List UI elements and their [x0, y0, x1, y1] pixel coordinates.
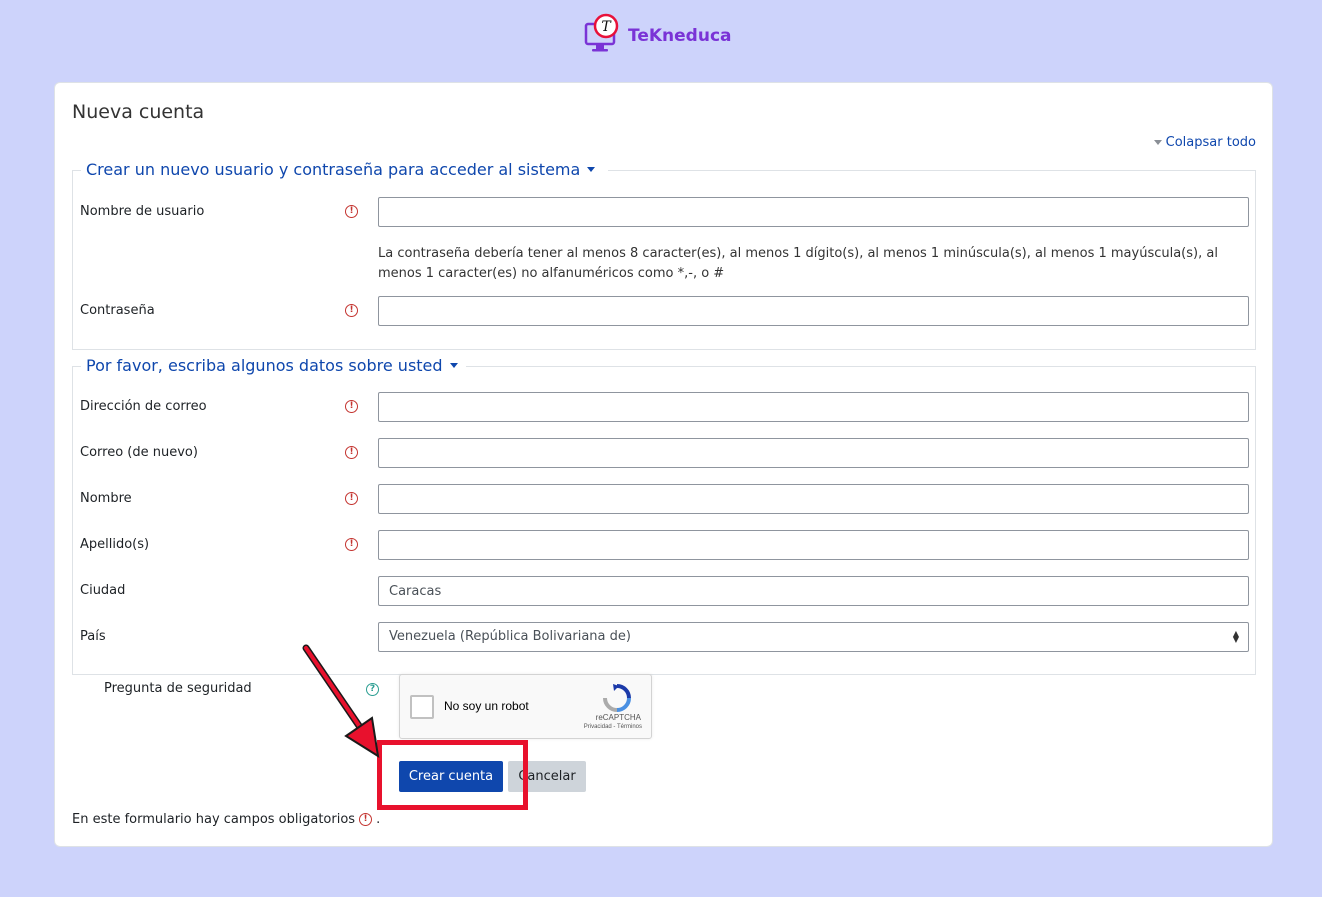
select-arrows-icon: ▲ ▼: [1232, 629, 1239, 644]
collapse-all-link[interactable]: Colapsar todo: [1153, 135, 1256, 150]
details-section-legend: Por favor, escriba algunos datos sobre u…: [86, 356, 443, 375]
email-label: Dirección de correo: [80, 399, 207, 414]
signup-card: Nueva cuenta Colapsar todo Crear un nuev…: [54, 82, 1273, 847]
account-section-toggle[interactable]: Crear un nuevo usuario y contraseña para…: [86, 160, 600, 179]
brand-logo[interactable]: T TeKneduca: [584, 12, 732, 54]
collapse-all-label: Colapsar todo: [1165, 135, 1256, 150]
city-row: Ciudad: [73, 576, 1255, 606]
required-icon: !: [359, 813, 373, 826]
required-icon: !: [345, 400, 358, 413]
lastname-label: Apellido(s): [80, 537, 150, 552]
required-icon: !: [345, 304, 358, 317]
recaptcha-brand: reCAPTCHA: [595, 713, 641, 722]
caret-down-icon: [1153, 140, 1162, 145]
email-input[interactable]: [378, 392, 1249, 422]
email2-label: Correo (de nuevo): [80, 445, 198, 460]
country-selected-value: Venezuela (República Bolivariana de): [389, 629, 631, 644]
country-label: País: [80, 629, 106, 644]
required-icon: !: [345, 446, 358, 459]
lastname-row: Apellido(s) !: [73, 530, 1255, 560]
password-row: Contraseña !: [73, 296, 1255, 326]
lastname-input[interactable]: [378, 530, 1249, 560]
account-section-legend: Crear un nuevo usuario y contraseña para…: [86, 160, 581, 179]
logo-monitor-icon: T: [584, 12, 626, 54]
password-policy-hint: La contraseña debería tener al menos 8 c…: [378, 246, 1218, 281]
required-fields-note: En este formulario hay campos obligatori…: [72, 812, 380, 827]
page-title: Nueva cuenta: [72, 101, 205, 123]
firstname-input[interactable]: [378, 484, 1249, 514]
password-input[interactable]: [378, 296, 1249, 326]
highlight-box: [377, 740, 528, 810]
email2-row: Correo (de nuevo) !: [73, 438, 1255, 468]
caret-down-icon: [587, 167, 596, 172]
username-label: Nombre de usuario: [80, 204, 205, 219]
username-input[interactable]: [378, 197, 1249, 227]
city-label: Ciudad: [80, 583, 126, 598]
required-fields-period: .: [376, 812, 381, 827]
firstname-row: Nombre !: [73, 484, 1255, 514]
required-icon: !: [345, 492, 358, 505]
email2-input[interactable]: [378, 438, 1249, 468]
password-label: Contraseña: [80, 303, 155, 318]
recaptcha-logo-icon: [602, 683, 632, 713]
country-select[interactable]: Venezuela (República Bolivariana de) ▲ ▼: [378, 622, 1249, 652]
annotation-arrow-icon: [302, 644, 380, 759]
firstname-label: Nombre: [80, 491, 132, 506]
email-row: Dirección de correo !: [73, 392, 1255, 422]
required-icon: !: [345, 538, 358, 551]
recaptcha-widget: No soy un robot reCAPTCHA Privacidad - T…: [399, 674, 652, 739]
required-icon: !: [345, 205, 358, 218]
security-question-label: Pregunta de seguridad: [104, 681, 252, 696]
recaptcha-checkbox[interactable]: [410, 695, 434, 719]
city-input[interactable]: [378, 576, 1249, 606]
details-section: Por favor, escriba algunos datos sobre u…: [72, 356, 1256, 675]
caret-down-icon: [449, 363, 458, 368]
country-row: País Venezuela (República Bolivariana de…: [73, 622, 1255, 652]
recaptcha-privacy-terms[interactable]: Privacidad - Términos: [584, 724, 642, 730]
required-fields-text: En este formulario hay campos obligatori…: [72, 812, 356, 827]
username-row: Nombre de usuario !: [73, 197, 1255, 227]
recaptcha-label: No soy un robot: [444, 699, 529, 713]
account-section: Crear un nuevo usuario y contraseña para…: [72, 160, 1256, 350]
details-section-toggle[interactable]: Por favor, escriba algunos datos sobre u…: [86, 356, 462, 375]
brand-name: TeKneduca: [628, 26, 732, 46]
